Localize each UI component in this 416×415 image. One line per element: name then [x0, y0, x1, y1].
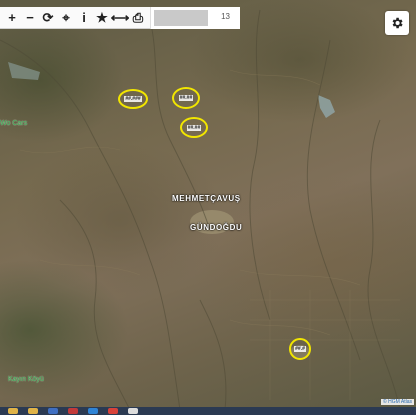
marker-label: ##.# — [294, 346, 306, 352]
measure-icon: ⟷ — [110, 9, 130, 25]
map-marker[interactable]: ##.# — [289, 338, 311, 360]
terrain-layer — [0, 9, 401, 411]
info-icon: i — [82, 10, 86, 25]
app-icon[interactable] — [88, 408, 98, 414]
folder-icon[interactable] — [28, 408, 38, 414]
measure-button[interactable]: ⟷ — [110, 9, 130, 27]
star-icon: ★ — [96, 9, 108, 25]
gear-icon — [392, 17, 403, 29]
browser-icon[interactable] — [48, 408, 58, 414]
map-marker[interactable]: ##.## — [180, 117, 208, 138]
search-input[interactable] — [154, 10, 208, 26]
plus-icon: + — [8, 10, 16, 25]
search-bar: 13 — [150, 7, 240, 29]
minus-icon: − — [26, 10, 34, 25]
marker-label: ##.### — [124, 96, 142, 102]
side-place-label: Wo Cars — [0, 120, 28, 127]
crosshair-icon: ⌖ — [62, 9, 70, 25]
app-icon[interactable] — [128, 408, 138, 414]
app-icon[interactable] — [108, 408, 118, 414]
os-taskbar — [0, 407, 416, 415]
locate-button[interactable]: ⌖ — [57, 9, 75, 27]
marker-label: ##.## — [186, 124, 202, 131]
zoom-in-button[interactable]: + — [3, 9, 21, 27]
refresh-icon: ⟳ — [42, 9, 54, 25]
marker-label: ##.## — [178, 95, 194, 101]
print-icon: ⎙ — [132, 9, 144, 25]
map-marker[interactable]: ##.### — [118, 89, 148, 109]
app-icon[interactable] — [68, 408, 78, 414]
settings-button[interactable] — [385, 11, 409, 35]
map-toolbar: + − ⟳ ⌖ i ★ ⟷ ⎙ — [0, 7, 150, 29]
place-label-mehmetcavus: MEHMETÇAVUŞ — [172, 194, 241, 203]
refresh-button[interactable]: ⟳ — [39, 9, 57, 27]
zoom-out-button[interactable]: − — [21, 9, 39, 27]
place-label-gundogdu: GÜNDOĞDU — [190, 223, 243, 232]
satellite-map[interactable]: ##.### ##.## ##.## ##.# MEHMETÇAVUŞ GÜND… — [0, 0, 416, 415]
zoom-level-readout: 13 — [221, 12, 230, 21]
map-attribution[interactable]: © HGM Atlas — [381, 399, 414, 405]
folder-icon[interactable] — [8, 408, 18, 414]
side-place-label: Kayın Köyü — [8, 376, 44, 383]
map-marker[interactable]: ##.## — [172, 87, 200, 109]
favorite-button[interactable]: ★ — [93, 9, 111, 27]
print-button[interactable]: ⎙ — [129, 9, 147, 27]
info-button[interactable]: i — [75, 9, 93, 27]
